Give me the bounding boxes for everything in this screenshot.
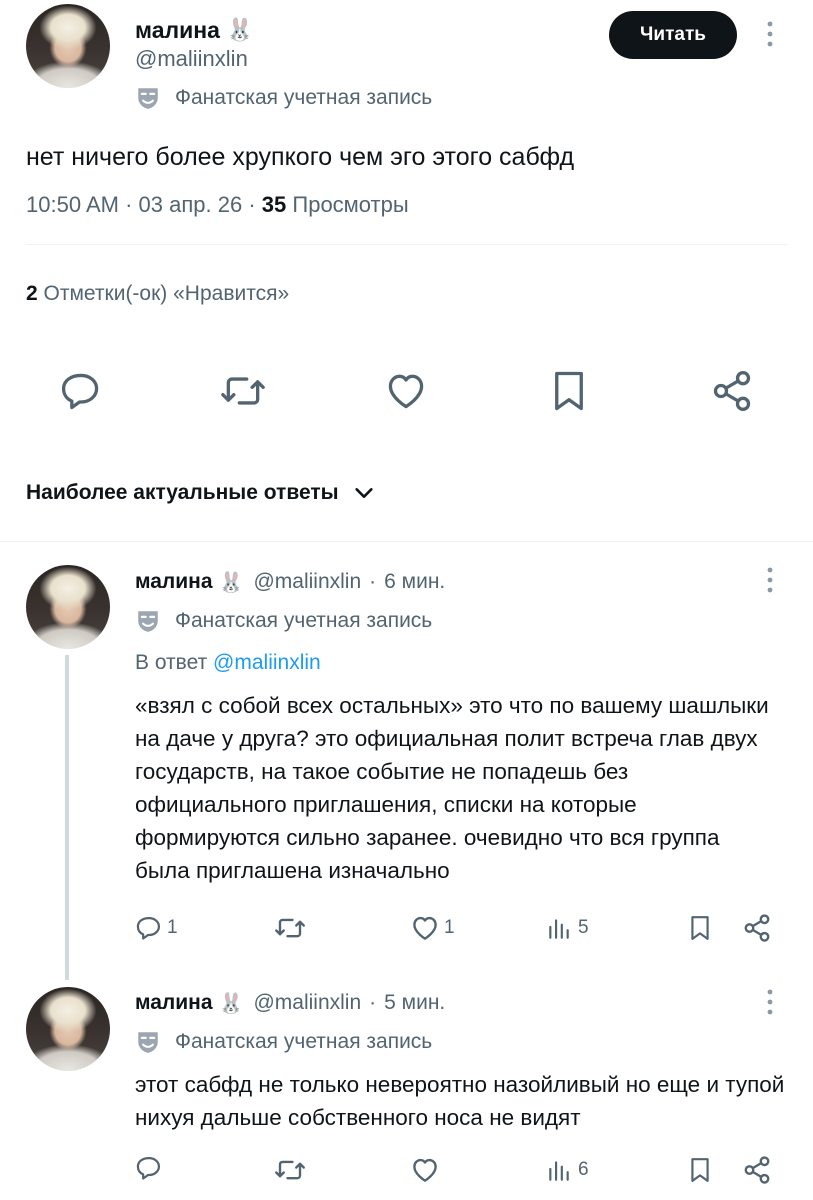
- reply-author-handle[interactable]: @maliinxlin: [253, 991, 361, 1015]
- account-label: Фанатская учетная запись: [175, 609, 433, 632]
- share-icon[interactable]: [710, 368, 754, 414]
- author-name-row: малина 🐰: [135, 15, 253, 45]
- reply-author-name[interactable]: малина: [135, 991, 213, 1015]
- meta-separator: ·: [248, 192, 256, 217]
- more-icon[interactable]: [760, 20, 780, 50]
- tweet-date[interactable]: 03 апр. 26: [139, 192, 243, 217]
- follow-button[interactable]: Читать: [609, 11, 737, 59]
- more-icon[interactable]: [760, 988, 780, 1018]
- views-label: Просмотры: [292, 192, 409, 217]
- reply-author-handle[interactable]: @maliinxlin: [253, 570, 361, 594]
- reply-time[interactable]: 6 мин.: [384, 570, 445, 594]
- like-icon: [410, 913, 440, 943]
- reply-avatar[interactable]: [26, 565, 110, 649]
- like-icon[interactable]: [410, 1155, 440, 1185]
- reply-header: малина 🐰 @maliinxlin · 6 мин.: [135, 568, 445, 596]
- retweet-icon[interactable]: [219, 369, 267, 413]
- mask-icon: [135, 608, 161, 634]
- account-label-row: Фанатская учетная запись: [135, 607, 432, 635]
- reply-to-prefix: В ответ: [135, 651, 208, 674]
- meta-separator: ·: [125, 192, 133, 217]
- account-label-row: Фанатская учетная запись: [135, 84, 432, 112]
- reply-author-name[interactable]: малина: [135, 570, 213, 594]
- like-count: 1: [444, 917, 455, 938]
- meta-separator: ·: [369, 991, 377, 1014]
- tweet-text: нет ничего более хрупкого чем эго этого …: [26, 143, 575, 171]
- tweet-time[interactable]: 10:50 AM: [26, 192, 119, 217]
- reply-count: 1: [167, 917, 178, 938]
- reply-icon[interactable]: [135, 1154, 163, 1184]
- reply-to-line: В ответ @maliinxlin: [135, 651, 321, 675]
- view-count: 5: [578, 917, 589, 938]
- thread-line: [65, 655, 69, 980]
- likes-summary[interactable]: 2 Отметки(-ок) «Нравится»: [26, 282, 289, 306]
- bookmark-icon[interactable]: [687, 1154, 713, 1186]
- replies-sort-dropdown[interactable]: Наиболее актуальные ответы: [26, 477, 375, 509]
- like-action[interactable]: 1: [410, 913, 455, 943]
- reply-text: этот сабфд не только невероятно назойлив…: [135, 1072, 785, 1130]
- retweet-icon[interactable]: [273, 1155, 307, 1185]
- views-action[interactable]: 6: [546, 1155, 589, 1185]
- tweet-meta: 10:50 AM · 03 апр. 26 · 35 Просмотры: [26, 192, 409, 218]
- likes-count: 2: [26, 282, 38, 305]
- view-count: 6: [578, 1159, 589, 1180]
- author-handle[interactable]: @maliinxlin: [135, 46, 248, 72]
- chevron-down-icon: [353, 482, 375, 504]
- bookmark-icon[interactable]: [548, 368, 590, 414]
- bookmark-icon[interactable]: [687, 912, 713, 944]
- reply-header: малина 🐰 @maliinxlin · 5 мин.: [135, 989, 445, 1017]
- views-count: 35: [261, 192, 287, 217]
- replies-sort-label: Наиболее актуальные ответы: [26, 481, 339, 504]
- author-avatar[interactable]: [26, 4, 110, 88]
- like-icon[interactable]: [383, 369, 429, 413]
- views-icon: [546, 1157, 572, 1183]
- bunny-emoji-icon: 🐰: [218, 991, 244, 1015]
- meta-separator: ·: [369, 570, 377, 593]
- reply-text: «взял с собой всех остальных» это что по…: [135, 693, 769, 883]
- divider: [26, 244, 788, 245]
- account-label: Фанатская учетная запись: [175, 86, 433, 109]
- account-label-row: Фанатская учетная запись: [135, 1028, 432, 1056]
- share-icon[interactable]: [742, 1154, 772, 1186]
- reply-time[interactable]: 5 мин.: [384, 991, 445, 1015]
- account-label: Фанатская учетная запись: [175, 1030, 433, 1053]
- views-icon: [546, 915, 572, 941]
- author-name[interactable]: малина: [135, 17, 220, 44]
- divider: [0, 541, 813, 542]
- likes-label: Отметки(-ок) «Нравится»: [43, 282, 290, 305]
- reply-avatar[interactable]: [26, 987, 110, 1071]
- retweet-icon[interactable]: [273, 913, 307, 943]
- mask-icon: [135, 1029, 161, 1055]
- bunny-emoji-icon: 🐰: [225, 17, 254, 43]
- views-action[interactable]: 5: [546, 913, 589, 943]
- mask-icon: [135, 85, 161, 111]
- reply-icon: [135, 914, 163, 942]
- share-icon[interactable]: [742, 912, 772, 944]
- bunny-emoji-icon: 🐰: [218, 570, 244, 594]
- reply-icon[interactable]: [59, 369, 103, 413]
- more-icon[interactable]: [760, 566, 780, 596]
- reply-to-handle[interactable]: @maliinxlin: [213, 651, 321, 674]
- reply-action[interactable]: 1: [135, 913, 178, 943]
